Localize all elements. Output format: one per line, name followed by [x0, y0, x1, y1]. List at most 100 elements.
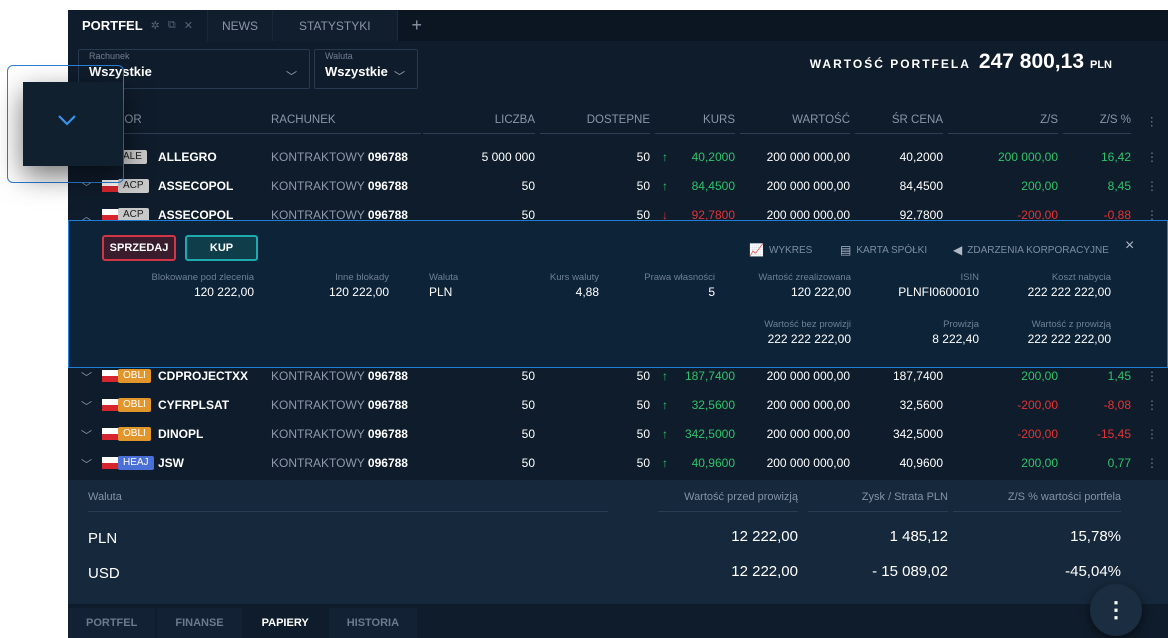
chart-link[interactable]: 📈 WYKRES [749, 243, 812, 257]
col-zs[interactable]: Z/S [948, 114, 1058, 134]
company-card-link-label: KARTA SPÓŁKI [856, 244, 928, 256]
table-header: LOR RACHUNEK LICZBA DOSTEPNE KURS WARTOŚ… [68, 110, 1168, 134]
row-menu-icon[interactable]: ⋮ [1146, 427, 1158, 441]
account-number: 096788 [367, 179, 408, 193]
add-tab-button[interactable]: + [398, 10, 437, 41]
chart-link-label: WYKRES [768, 244, 813, 256]
summary-header-waluta: Waluta [88, 491, 608, 512]
chevron-down-icon[interactable]: ﹀ [81, 398, 92, 414]
row-menu-icon[interactable]: ⋮ [1146, 398, 1158, 412]
waluta-label: Waluta [325, 51, 353, 61]
waluta-select[interactable]: Waluta Wszystkie ﹀ [314, 49, 418, 89]
arrow-up-icon: ↑ [662, 369, 668, 383]
field-value: 8 222,40 [932, 332, 979, 346]
field-waluta: Waluta PLN [429, 272, 489, 299]
chevron-down-icon: ﹀ [286, 71, 297, 83]
table-row[interactable]: ﹀ HEAJ JSW KONTRAKTOWY 096788 50 50 ↑ 40,9600 20… [68, 449, 1168, 477]
rate-cell: 40,9600 [691, 456, 735, 470]
instrument-badge: OBLI [118, 369, 151, 383]
bottom-tab-papiery[interactable]: PAPIERY [243, 608, 327, 638]
bottom-tab-portfel[interactable]: PORTFEL [68, 608, 156, 638]
summary-header-zs-pct: Z/S % wartości portfela [953, 491, 1121, 512]
summary-value: 12 222,00 [731, 528, 798, 545]
currency-summary: Waluta Wartość przed prowizją Zysk / Str… [68, 480, 1168, 604]
table-row[interactable]: ﹀ OBLI CYFRPLSAT KONTRAKTOWY 096788 50 50 ↑ 32,… [68, 391, 1168, 419]
account-cell: KONTRAKTOWY 096788 [271, 369, 408, 383]
value-cell: 200 000 000,00 [766, 456, 850, 470]
col-kurs[interactable]: KURS [655, 114, 735, 134]
card-icon: ▤ [840, 243, 852, 257]
field-label: Inne blokady [335, 272, 389, 283]
account-type: KONTRAKTOWY [271, 398, 365, 412]
instrument-badge: ACP [118, 179, 149, 193]
tab-news-label: NEWS [221, 18, 258, 33]
pl-pct-cell: -15,45 [1096, 427, 1131, 441]
more-actions-button[interactable]: ⋮ [1090, 584, 1142, 636]
pl-cell: -200,00 [1017, 427, 1058, 441]
summary-pl: - 15 089,02 [872, 563, 948, 580]
gear-icon[interactable]: ✲ [151, 19, 160, 32]
available-cell: 50 [636, 179, 650, 193]
row-menu-icon[interactable]: ⋮ [1146, 150, 1158, 164]
corporate-events-link[interactable]: ◀ ZDARZENIA KORPORACYJNE [953, 243, 1109, 257]
popout-icon[interactable]: ⧉ [168, 19, 176, 32]
available-cell: 50 [636, 427, 650, 441]
col-zs-pct[interactable]: Z/S % [1063, 114, 1131, 134]
value-cell: 200 000 000,00 [766, 427, 850, 441]
account-type: KONTRAKTOWY [271, 369, 365, 383]
col-rachunek[interactable]: RACHUNEK [271, 114, 421, 134]
tab-portfel-label: PORTFEL [82, 18, 143, 33]
tab-statystyki[interactable]: STATYSTYKI [272, 10, 398, 41]
available-cell: 50 [636, 150, 650, 164]
chevron-down-icon[interactable]: ﹀ [81, 456, 92, 472]
field-label: Kurs waluty [549, 272, 599, 283]
col-wartosc[interactable]: WARTOŚĆ [740, 114, 850, 134]
qty-cell: 50 [521, 398, 535, 412]
value-cell: 200 000 000,00 [766, 369, 850, 383]
col-sr-cena[interactable]: ŚR CENA [855, 114, 943, 134]
col-walor[interactable]: LOR [118, 114, 273, 134]
pl-cell: 200 000,00 [997, 150, 1058, 164]
company-card-link[interactable]: ▤ KARTA SPÓŁKI [840, 243, 927, 257]
account-number: 096788 [367, 456, 408, 470]
sell-button[interactable]: SPRZEDAJ [102, 235, 176, 261]
avg-price-cell: 84,4500 [899, 179, 943, 193]
table-row[interactable]: ﹀ OBLI DINOPL KONTRAKTOWY 096788 50 50 ↑ 342,50… [68, 420, 1168, 448]
row-menu-icon[interactable]: ⋮ [1146, 179, 1158, 193]
value-cell: 200 000 000,00 [766, 179, 850, 193]
instrument-symbol: CDPROJECTXX [158, 369, 249, 383]
close-icon[interactable]: × [1125, 237, 1134, 255]
col-liczba[interactable]: LICZBA [423, 114, 535, 134]
tab-news[interactable]: NEWS [207, 10, 273, 41]
field-wartosc-zrealizowana: Wartość zrealizowana 120 222,00 [741, 272, 851, 299]
tab-statystyki-label: STATYSTYKI [298, 18, 371, 33]
field-value: PLN [429, 285, 453, 299]
bottom-tab-bar: PORTFEL FINANSE PAPIERY HISTORIA [68, 608, 419, 638]
field-value: PLNFI0600010 [898, 285, 979, 299]
field-label: Waluta [429, 272, 459, 283]
portfolio-value-label: WARTOŚĆ PORTFELA [809, 57, 971, 71]
column-menu-icon[interactable]: ⋮ [1146, 114, 1158, 135]
bottom-tab-finanse[interactable]: FINANSE [157, 608, 242, 638]
tab-portfel[interactable]: PORTFEL ✲ ⧉ ✕ [68, 10, 208, 41]
available-cell: 50 [636, 398, 650, 412]
arrow-up-icon: ↑ [662, 456, 668, 470]
row-menu-icon[interactable]: ⋮ [1146, 456, 1158, 470]
chevron-down-icon[interactable]: ﹀ [81, 427, 92, 443]
field-label: Wartość zrealizowana [758, 272, 851, 283]
close-tab-icon[interactable]: ✕ [184, 19, 193, 32]
table-row[interactable]: ﹀ALEALLEGROKONTRAKTOWY 0967885 000 00050… [68, 143, 1168, 171]
arrow-up-icon: ↑ [662, 150, 668, 164]
summary-value: 12 222,00 [731, 563, 798, 580]
pl-pct-cell: -8,08 [1103, 398, 1131, 412]
buy-button[interactable]: KUP [185, 235, 258, 261]
field-wartosc-z-prowizja: Wartość z prowizją 222 222 222,00 [999, 319, 1111, 346]
table-row[interactable]: ﹀ ACP ASSECOPOL KONTRAKTOWY 096788 50 50 ↑ 84,4… [68, 172, 1168, 200]
chart-icon: 📈 [749, 243, 764, 257]
field-value: 5 [708, 285, 715, 299]
col-dostepne[interactable]: DOSTEPNE [540, 114, 650, 134]
chevron-down-icon[interactable]: ﹀ [81, 369, 92, 385]
expand-row-button[interactable] [23, 82, 123, 166]
bottom-tab-historia[interactable]: HISTORIA [328, 608, 418, 638]
row-menu-icon[interactable]: ⋮ [1146, 369, 1158, 383]
